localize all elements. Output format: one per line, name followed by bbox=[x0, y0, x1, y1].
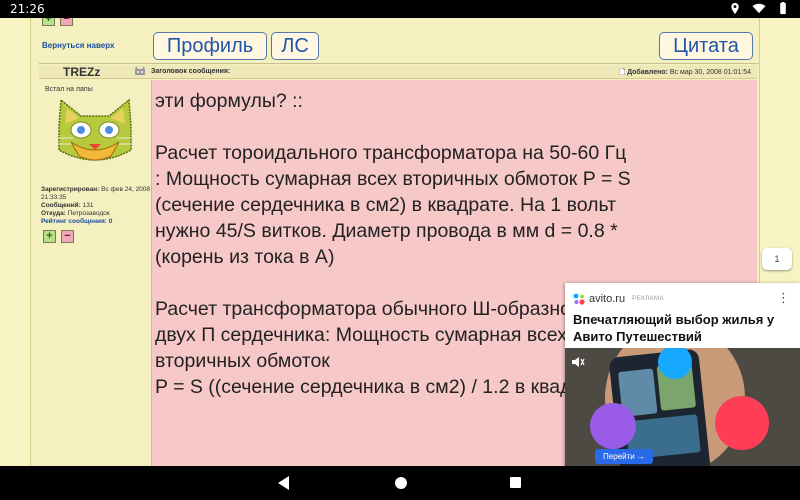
messages-label: Сообщений: bbox=[41, 202, 81, 209]
rating-label: Рейтинг сообщения: bbox=[41, 218, 107, 225]
battery-icon bbox=[780, 2, 786, 15]
from-value: Петрозаводок bbox=[67, 210, 110, 217]
post-author[interactable]: TREZz bbox=[63, 65, 100, 79]
ad-label: РЕКЛАМА bbox=[632, 296, 665, 302]
rating-value: 0 bbox=[108, 218, 113, 225]
ad-image[interactable]: Перейти → bbox=[565, 348, 800, 466]
web-page: + − Вернуться наверх Профиль ЛС Цитата T… bbox=[0, 18, 800, 466]
messages-value: 131 bbox=[82, 202, 94, 209]
quote-button[interactable]: Цитата bbox=[659, 32, 753, 60]
post-text: эти формулы? :: Расчет тороидального тра… bbox=[155, 90, 631, 398]
nav-bar bbox=[0, 466, 800, 500]
status-bar: 21:26 bbox=[0, 0, 800, 18]
back-to-top-link[interactable]: Вернуться наверх bbox=[42, 41, 114, 50]
avito-logo-icon bbox=[573, 293, 585, 305]
subject-label: Заголовок сообщения: bbox=[151, 68, 231, 75]
ad-title[interactable]: Впечатляющий выбор жилья у Авито Путешес… bbox=[573, 311, 793, 345]
status-time: 21:26 bbox=[10, 2, 45, 16]
cat-icon bbox=[135, 66, 145, 75]
registered-label: Зарегистрирован: bbox=[41, 186, 100, 193]
ad-cta-button[interactable]: Перейти → bbox=[595, 449, 653, 464]
recents-nav-icon[interactable] bbox=[510, 477, 521, 488]
mute-icon[interactable] bbox=[571, 356, 585, 368]
pm-button[interactable]: ЛС bbox=[271, 32, 319, 60]
back-nav-icon[interactable] bbox=[278, 476, 289, 490]
rating-plus-button[interactable]: + bbox=[42, 18, 55, 26]
from-label: Откуда: bbox=[41, 210, 66, 217]
author-rank: Встал на лапы bbox=[45, 86, 93, 93]
profile-button[interactable]: Профиль bbox=[153, 32, 267, 60]
post-rating-plus-button[interactable]: + bbox=[43, 230, 56, 243]
screen: 21:26 + − Вернуться наверх Профиль ЛС Ци… bbox=[0, 0, 800, 500]
wifi-icon bbox=[752, 3, 766, 14]
location-icon bbox=[731, 2, 739, 15]
post-rating-minus-button[interactable]: − bbox=[61, 230, 74, 243]
author-info: Зарегистрирован: Вс фев 24, 2008 21:33:3… bbox=[41, 186, 151, 226]
page-counter: 1 bbox=[762, 248, 792, 270]
ad-menu-icon[interactable]: ⋮ bbox=[777, 291, 790, 304]
cat-avatar bbox=[57, 98, 133, 161]
home-nav-icon[interactable] bbox=[395, 477, 407, 489]
separator bbox=[39, 63, 759, 64]
added-date: Вс мар 30, 2008 01:01:54 bbox=[669, 69, 751, 76]
ad-domain: avito.ru bbox=[589, 293, 626, 305]
rating-minus-button[interactable]: − bbox=[60, 18, 73, 26]
post-header: TREZz Заголовок сообщения: Добавлено: Вс… bbox=[39, 65, 757, 79]
ad-banner[interactable]: avito.ru РЕКЛАМА ⋮ Впечатляющий выбор жи… bbox=[565, 283, 800, 466]
post-date: Добавлено: Вс мар 30, 2008 01:01:54 bbox=[618, 67, 751, 76]
ad-header: avito.ru РЕКЛАМА bbox=[573, 293, 664, 305]
previous-post-footer: + − Вернуться наверх Профиль ЛС Цитата bbox=[39, 18, 759, 62]
author-panel: Встал на лапы Зарегистрирован: Вс фев 24… bbox=[39, 80, 151, 466]
status-icons bbox=[728, 2, 790, 15]
added-label: Добавлено: bbox=[627, 69, 668, 76]
post-page-icon bbox=[618, 67, 626, 76]
